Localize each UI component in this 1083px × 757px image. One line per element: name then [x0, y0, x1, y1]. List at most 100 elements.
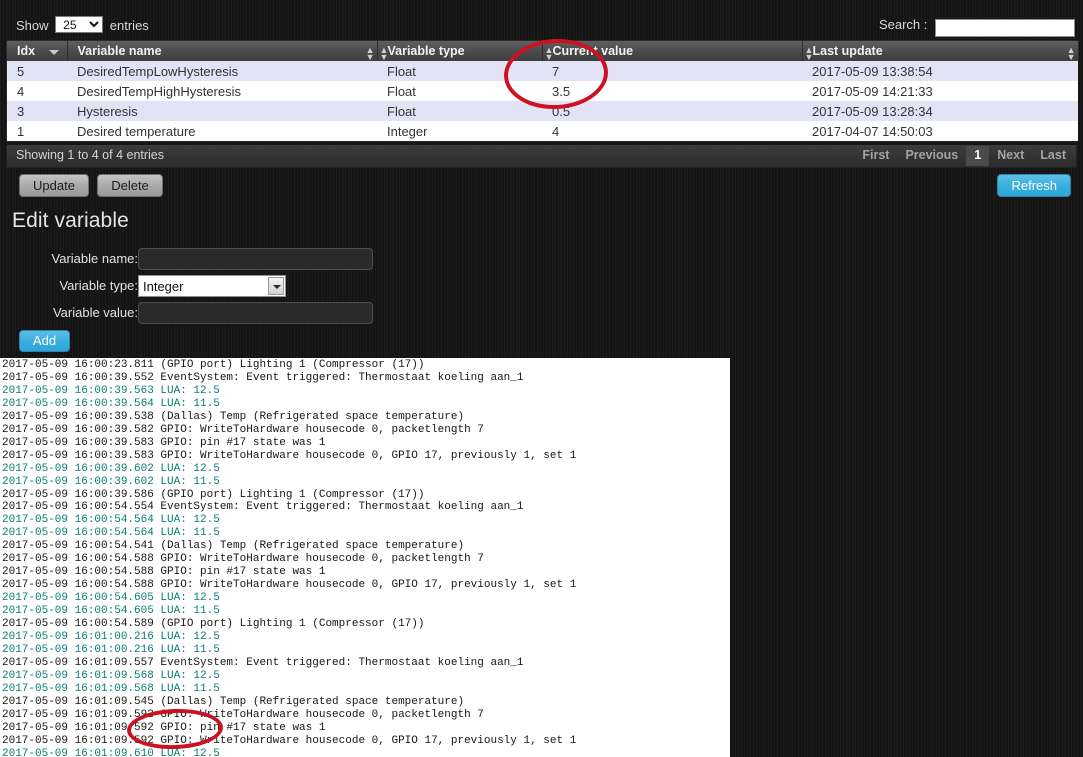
pagination-button-next[interactable]: Next	[989, 146, 1032, 166]
table-cell-update: 2017-05-09 14:21:33	[812, 83, 933, 99]
log-line: 2017-05-09 16:01:00.216 LUA: 11.5	[2, 643, 220, 656]
log-line: 2017-05-09 16:01:09.545 (Dallas) Temp (R…	[2, 695, 465, 708]
column-header-idx-label: Idx	[17, 43, 36, 58]
table-cell-value: 0.5	[552, 103, 571, 119]
pagination: First Previous 1 Next Last	[854, 146, 1074, 166]
table-cell-idx: 5	[17, 63, 25, 79]
variable-type-label: Variable type:	[59, 278, 138, 293]
table-cell-value: 3.5	[552, 83, 571, 99]
page-length-prefix-label: Show	[16, 18, 49, 33]
datatable-footer: Showing 1 to 4 of 4 entries First Previou…	[6, 145, 1077, 168]
variable-type-select[interactable]: IntegerFloatString	[138, 275, 286, 297]
log-line: 2017-05-09 16:01:09.610 LUA: 12.5	[2, 747, 220, 757]
sort-both-icon: ▲ ▼	[365, 45, 375, 62]
search-label: Search :	[878, 17, 928, 32]
table-cell-idx: 3	[17, 103, 25, 119]
log-line: 2017-05-09 16:00:54.589 (GPIO port) Ligh…	[2, 618, 425, 631]
pagination-button-previous[interactable]: Previous	[897, 146, 966, 166]
log-line: 2017-05-09 16:00:39.552 EventSystem: Eve…	[2, 371, 524, 384]
table-cell-type: Float	[387, 83, 416, 99]
log-line: 2017-05-09 16:00:54.588 GPIO: WriteToHar…	[2, 579, 577, 592]
table-cell-update: 2017-04-07 14:50:03	[812, 123, 933, 139]
sort-both-icon: ▲ ▼	[544, 45, 554, 62]
delete-button[interactable]: Delete	[97, 174, 163, 197]
add-button[interactable]: Add	[19, 330, 70, 352]
datatable-controls: Show 102550100 entries Search :	[8, 14, 1075, 38]
table-head: Idx Variable name ▲ ▼ ▲ ▼ Variable type ▲ ▼…	[7, 41, 1079, 62]
log-line: 2017-05-09 16:00:54.605 LUA: 11.5	[2, 605, 220, 618]
table-cell-update: 2017-05-09 13:38:54	[812, 63, 933, 79]
column-header-variable-name[interactable]: Variable name ▲ ▼	[67, 41, 378, 62]
table-row[interactable]: 4 DesiredTempHighHysteresis Float 3.5 2017-0…	[7, 81, 1078, 101]
log-line: 2017-05-09 16:00:54.588 GPIO: WriteToHar…	[2, 553, 484, 566]
update-button[interactable]: Update	[19, 174, 89, 197]
log-panel[interactable]: 2017-05-09 16:00:23.811 (GPIO port) Ligh…	[0, 358, 730, 757]
log-line: 2017-05-09 16:00:54.588 GPIO: pin #17 st…	[2, 566, 326, 579]
table-cell-name: Hysteresis	[77, 103, 138, 119]
page-root: Show 102550100 entries Search : Idx Vari…	[0, 0, 1083, 757]
log-line: 2017-05-09 16:00:39.583 GPIO: WriteToHar…	[2, 449, 577, 462]
column-header-variable-type-label: Variable type	[387, 43, 465, 58]
column-header-last-update-label: Last update	[812, 43, 883, 58]
log-line: 2017-05-09 16:00:54.564 LUA: 11.5	[2, 527, 220, 540]
table-cell-value: 7	[552, 63, 560, 79]
table-row[interactable]: 1 Desired temperature Integer 4 2017-04-07 1…	[7, 121, 1078, 141]
log-line: 2017-05-09 16:00:54.605 LUA: 12.5	[2, 592, 220, 605]
pagination-button-first[interactable]: First	[854, 146, 897, 166]
table-cell-idx: 1	[17, 123, 25, 139]
refresh-button[interactable]: Refresh	[997, 174, 1071, 197]
column-header-variable-type[interactable]: ▲ ▼ Variable type	[377, 41, 543, 62]
variables-table-wrapper: Idx Variable name ▲ ▼ ▲ ▼ Variable type ▲ ▼…	[6, 40, 1079, 142]
table-cell-idx: 4	[17, 83, 25, 99]
table-info: Showing 1 to 4 of 4 entries	[16, 148, 165, 162]
table-cell-type: Float	[387, 103, 416, 119]
edit-variable-title: Edit variable	[12, 209, 129, 232]
log-line: 2017-05-09 16:00:39.538 (Dallas) Temp (R…	[2, 410, 465, 423]
log-line: 2017-05-09 16:00:23.811 (GPIO port) Ligh…	[2, 359, 425, 371]
variable-value-label: Variable value:	[52, 305, 138, 320]
field-row-variable-value: Variable value:	[0, 302, 700, 329]
table-cell-name: Desired temperature	[77, 123, 196, 139]
log-line: 2017-05-09 16:00:39.563 LUA: 12.5	[2, 384, 220, 397]
table-cell-type: Float	[387, 63, 416, 79]
log-line: 2017-05-09 16:00:39.602 LUA: 11.5	[2, 475, 220, 488]
log-line: 2017-05-09 16:01:09.592 GPIO: WriteToHar…	[2, 708, 484, 721]
table-cell-name: DesiredTempLowHysteresis	[77, 63, 239, 79]
search-control: Search :	[879, 16, 1075, 37]
table-action-buttons: Update Delete Refresh	[0, 174, 1083, 204]
log-line: 2017-05-09 16:00:39.583 GPIO: pin #17 st…	[2, 436, 326, 449]
table-row[interactable]: 5 DesiredTempLowHysteresis Float 7 2017-05-0…	[7, 61, 1078, 81]
page-length-select[interactable]: 102550100	[55, 16, 104, 33]
sort-both-icon: ▲ ▼	[804, 45, 814, 62]
log-line: 2017-05-09 16:00:39.602 LUA: 12.5	[2, 462, 220, 475]
sort-desc-icon	[48, 50, 59, 55]
column-header-last-update[interactable]: ▲ ▼ Last update ▲ ▼	[802, 41, 1079, 62]
log-line: 2017-05-09 16:01:09.592 GPIO: WriteToHar…	[2, 734, 577, 747]
table-header-row: Idx Variable name ▲ ▼ ▲ ▼ Variable type ▲ ▼…	[7, 41, 1079, 62]
sort-both-icon: ▲ ▼	[379, 45, 389, 62]
variables-table: Idx Variable name ▲ ▼ ▲ ▼ Variable type ▲ ▼…	[7, 41, 1079, 141]
pagination-button-last[interactable]: Last	[1032, 146, 1074, 166]
log-line: 2017-05-09 16:01:09.557 EventSystem: Eve…	[2, 656, 524, 669]
log-line: 2017-05-09 16:00:54.541 (Dallas) Temp (R…	[2, 540, 465, 553]
page-length-control: Show 102550100 entries	[16, 16, 149, 35]
variable-name-input[interactable]	[138, 248, 373, 270]
table-body: 5 DesiredTempLowHysteresis Float 7 2017-05-0…	[7, 61, 1078, 141]
edit-variable-form: Variable name: Variable type: IntegerFlo…	[0, 248, 700, 329]
column-header-idx[interactable]: Idx	[7, 41, 68, 61]
column-header-current-value[interactable]: ▲ ▼ Current value	[542, 41, 803, 62]
variable-name-label: Variable name:	[51, 251, 138, 266]
log-line: 2017-05-09 16:00:54.554 EventSystem: Eve…	[2, 501, 524, 514]
variable-value-input[interactable]	[138, 302, 373, 324]
log-line: 2017-05-09 16:00:39.582 GPIO: WriteToHar…	[2, 423, 484, 436]
table-row[interactable]: 3 Hysteresis Float 0.5 2017-05-09 13:28:34	[7, 101, 1078, 121]
log-line: 2017-05-09 16:00:54.564 LUA: 12.5	[2, 514, 220, 527]
column-header-current-value-label: Current value	[552, 43, 634, 58]
log-line: 2017-05-09 16:01:09.568 LUA: 11.5	[2, 682, 220, 695]
pagination-button-1[interactable]: 1	[966, 146, 990, 166]
log-line: 2017-05-09 16:00:39.586 (GPIO port) Ligh…	[2, 488, 425, 501]
table-cell-value: 4	[552, 123, 560, 139]
table-cell-name: DesiredTempHighHysteresis	[77, 83, 241, 99]
column-header-variable-name-label: Variable name	[77, 43, 162, 58]
search-input[interactable]	[935, 19, 1075, 37]
